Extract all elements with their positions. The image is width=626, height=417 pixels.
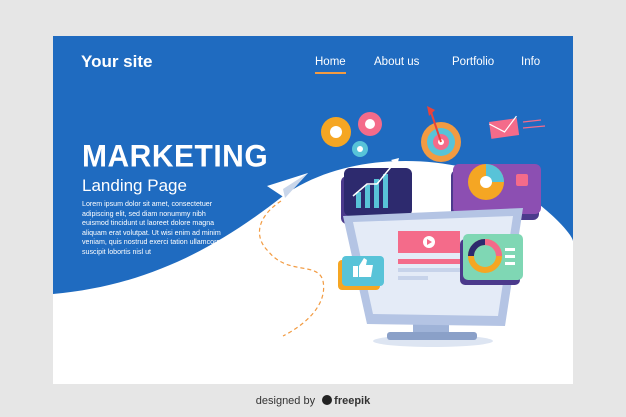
credit-brand: freepik (334, 395, 371, 407)
paper-plane-icon (267, 173, 308, 198)
freepik-logo-icon (322, 395, 333, 405)
donut-chart-card (460, 234, 523, 285)
like-card (338, 256, 384, 290)
landing-page: Your site Home About us Portfolio Info M… (53, 36, 573, 384)
attribution: designed by freepik (0, 395, 626, 407)
marketing-illustration (258, 106, 546, 347)
gear-icon (321, 112, 382, 157)
envelope-icon (489, 115, 546, 139)
credit-prefix: designed by (255, 395, 316, 407)
pie-chart-icon (468, 164, 504, 200)
play-icon (423, 236, 435, 248)
dashed-path (258, 200, 325, 337)
target-icon (421, 106, 461, 162)
